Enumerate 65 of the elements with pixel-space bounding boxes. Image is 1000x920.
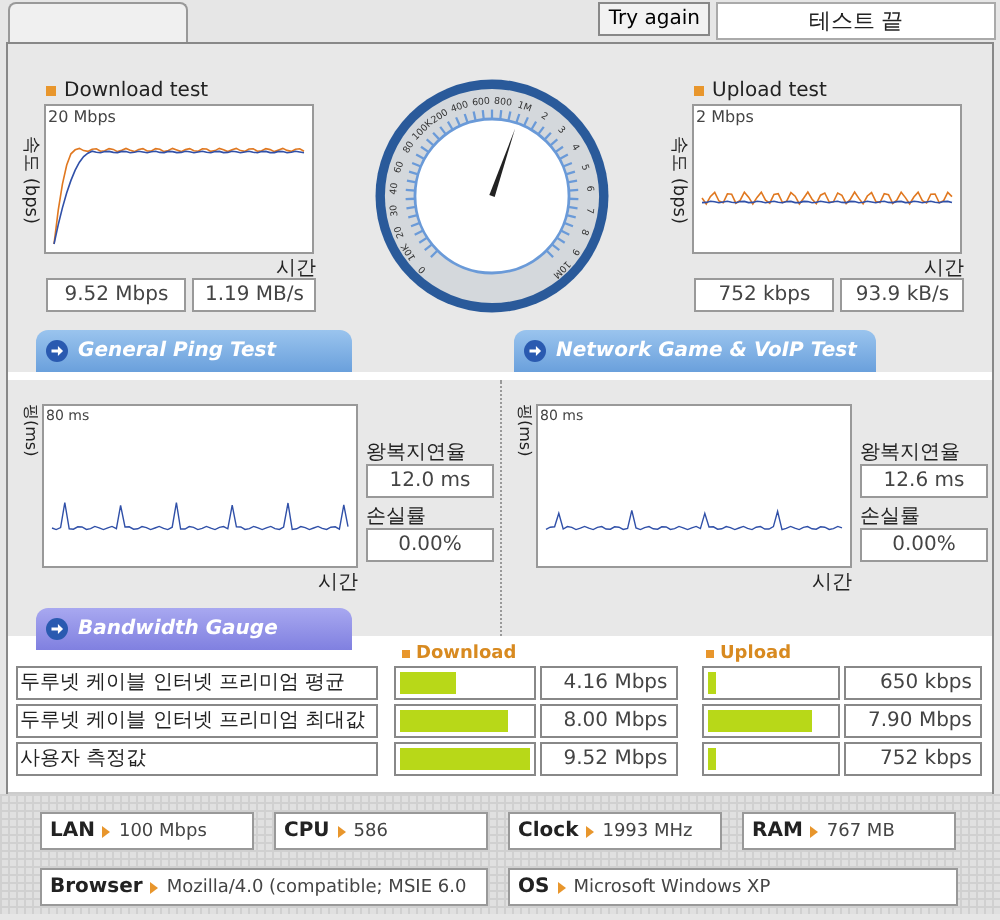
row-label: 두루넷 케이블 인터넷 프리미엄 최대값 [16,704,378,738]
latency-field: 12.6 ms [860,464,988,498]
axis-label: 속도 (bps) [20,133,42,227]
axis-label: 시간 [924,256,964,278]
axis-label: 시간 [812,570,852,592]
row-label: 두루넷 케이블 인터넷 프리미엄 평균 [16,666,378,700]
info-value: 1993 MHz [602,821,693,841]
rate-field: 752 kbps [694,278,835,312]
chart-title: Upload test [712,79,827,101]
arrow-icon [102,825,111,837]
arrow-icon [524,340,546,362]
axis-label: 핑(ms) [514,404,536,457]
arrow-icon [810,825,819,837]
info-label: CPU [284,820,330,842]
bullet-icon [402,650,410,658]
info-label: OS [518,876,550,898]
info-value: 100 Mbps [118,821,207,841]
axis-label: 시간 [276,256,316,278]
scale-label: 20 Mbps [48,108,116,126]
try-again-button[interactable]: Try again [598,2,710,36]
loss-field: 0.00% [366,528,494,562]
info-value: Microsoft Windows XP [573,877,771,897]
info-value: 586 [353,821,388,841]
value-field: 752 kbps [843,742,982,776]
info-label: Browser [50,876,143,898]
bullet-icon [706,650,714,658]
bullet-icon [46,85,56,95]
info-value: 767 MB [826,821,895,841]
section-tab[interactable]: Network Game & VoIP Test [514,330,877,372]
bullet-icon [694,85,704,95]
row-label: 사용자 측정값 [16,742,378,776]
latency-field: 12.0 ms [366,464,494,498]
value-field: 8.00 Mbps [539,704,678,738]
arrow-icon [586,825,595,837]
arrow-icon [337,825,346,837]
rate-field: 93.9 kB/s [840,278,964,312]
section-tab[interactable]: Bandwidth Gauge [36,608,352,650]
info-label: LAN [50,820,95,842]
arrow-icon [46,340,68,362]
latency-label: 왕복지연율 [860,440,962,464]
loss-label: 손실률 [366,504,428,528]
chart-title: Download test [64,79,209,101]
value-field: 4.16 Mbps [539,666,678,700]
value-field: 9.52 Mbps [539,742,678,776]
arrow-icon [150,881,159,893]
rate-field: 9.52 Mbps [46,278,187,312]
status-field: 테스트 끝 [716,2,996,40]
latency-label: 왕복지연율 [366,440,468,464]
section-tab[interactable]: General Ping Test [36,330,352,372]
scale-label: 2 Mbps [696,108,754,126]
value-field: 7.90 Mbps [843,704,982,738]
info-label: Clock [518,820,579,842]
arrow-icon [557,881,566,893]
axis-label: 시간 [318,570,358,592]
axis-label: 핑(ms) [20,404,42,457]
info-value: Mozilla/4.0 (compatible; MSIE 6.0 [166,877,467,897]
loss-label: 손실률 [860,504,922,528]
arrow-icon [46,618,68,640]
loss-field: 0.00% [860,528,988,562]
column-header: Upload [720,644,792,664]
axis-label: 속도 (bps) [668,133,690,227]
info-label: RAM [752,820,803,842]
column-header: Download [416,644,517,664]
value-field: 650 kbps [843,666,982,700]
rate-field: 1.19 MB/s [192,278,316,312]
